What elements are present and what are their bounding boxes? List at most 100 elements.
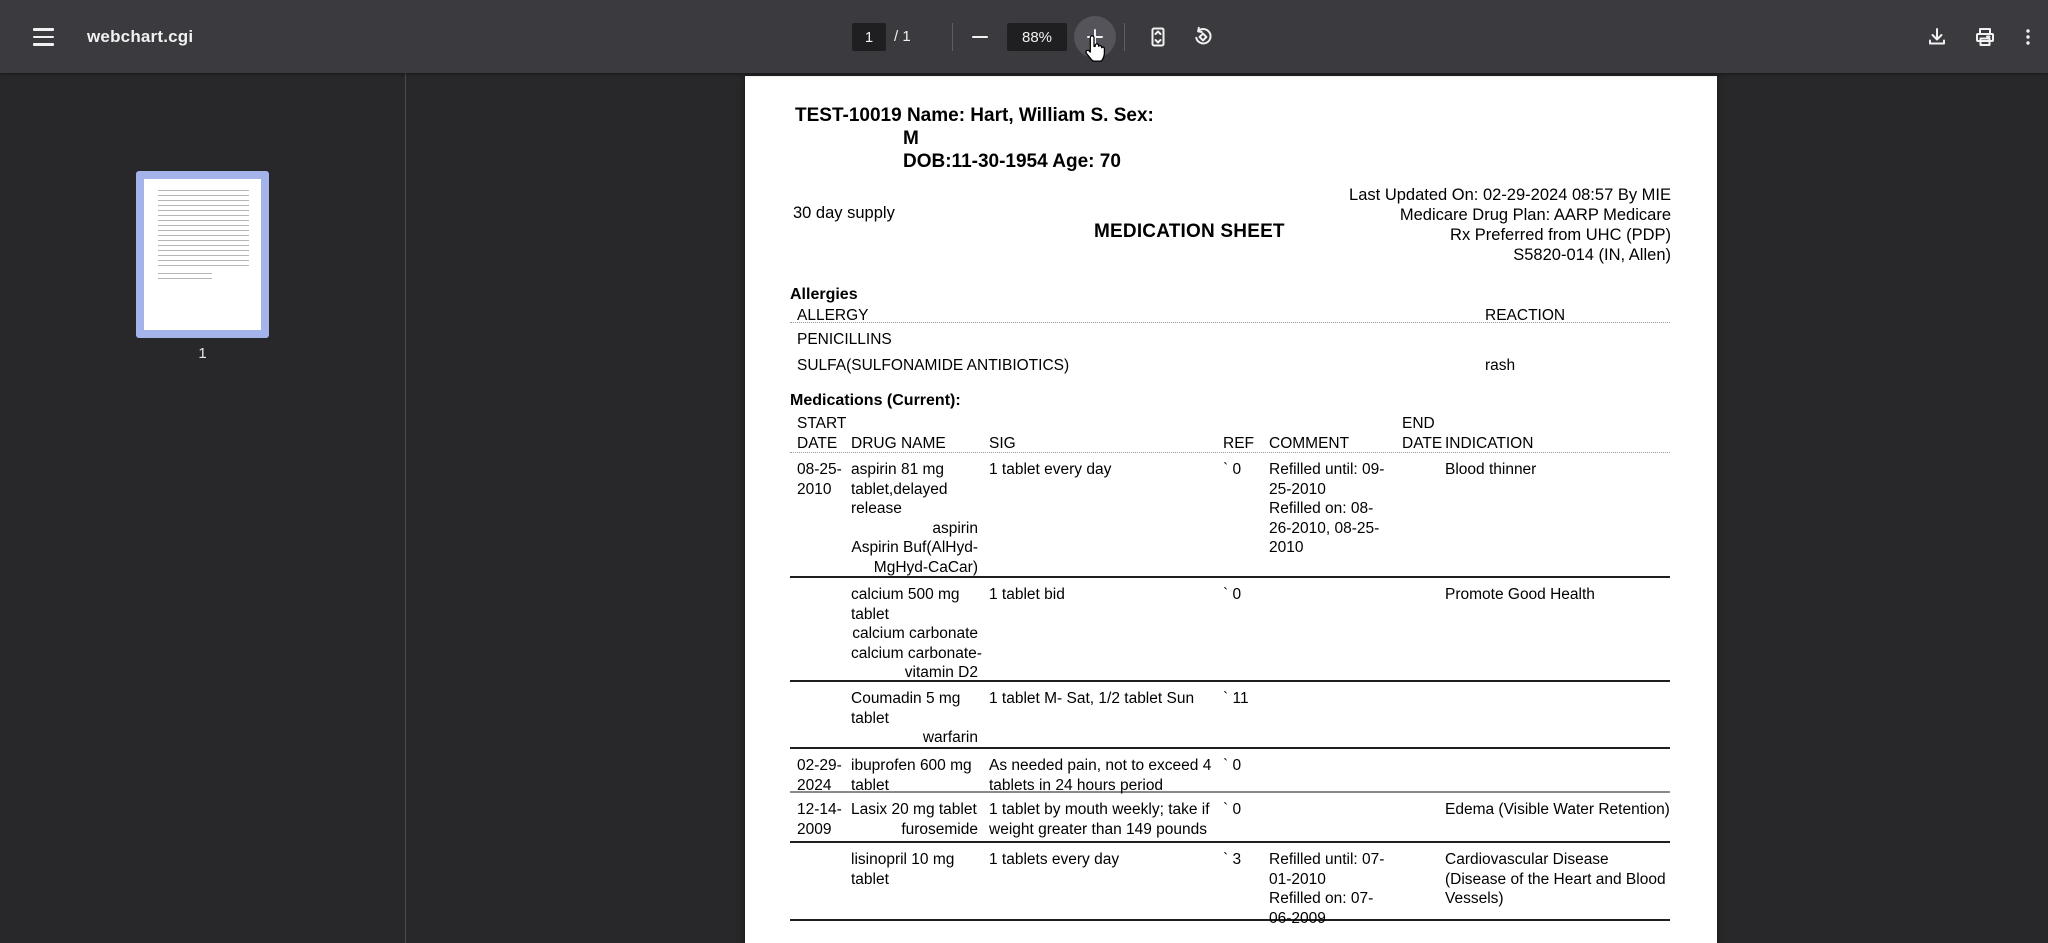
fit-page-icon xyxy=(1151,27,1165,47)
allergy-row: SULFA(SULFONAMIDE ANTIBIOTICS) rash xyxy=(790,353,1670,379)
drug-brand-name: calcium 500 mg tablet xyxy=(851,586,960,623)
patient-dob-age: DOB:11-30-1954 Age: 70 xyxy=(903,151,1121,172)
zoom-level-display: 88% xyxy=(1007,23,1067,51)
supply-note: 30 day supply xyxy=(793,204,895,222)
cell-ref: ` 3 xyxy=(1223,851,1242,868)
toolbar-divider xyxy=(952,23,953,51)
patient-sex-value: M xyxy=(903,128,919,149)
allergies-divider xyxy=(790,322,1670,323)
zoom-in-button[interactable] xyxy=(1074,16,1116,58)
cell-indication: Cardiovascular Disease (Disease of the He… xyxy=(1445,851,1666,907)
document-page: TEST-10019 Name: Hart, William S. Sex: M… xyxy=(745,76,1717,943)
cell-comment: Refilled until: 09- 25-2010 Refilled on: 0… xyxy=(1269,461,1385,556)
document-title: MEDICATION SHEET xyxy=(1094,221,1285,242)
drug-brand-name: Coumadin 5 mg tablet xyxy=(851,690,961,727)
allergy-name: SULFA(SULFONAMIDE ANTIBIOTICS) xyxy=(797,357,1070,374)
col-drug-name: DRUG NAME xyxy=(851,434,946,452)
cell-start-date: 08-25- 2010 xyxy=(797,461,842,498)
cell-ref: ` 11 xyxy=(1223,690,1249,707)
allergies-rows: PENICILLINS SULFA(SULFONAMIDE ANTIBIOTIC… xyxy=(790,327,1670,379)
last-updated-line: Last Updated On: 02-29-2024 08:57 By MIE xyxy=(1349,186,1671,204)
drug-plan-line: Medicare Drug Plan: AARP Medicare xyxy=(1399,206,1671,224)
cell-ref: ` 0 xyxy=(1223,586,1242,603)
table-row: 12-14- 2009 Lasix 20 mg tablet furosemide… xyxy=(790,793,1670,843)
allergy-row: PENICILLINS xyxy=(790,327,1670,353)
cell-indication: Edema (Visible Water Retention) xyxy=(1445,801,1670,818)
drug-brand-name: ibuprofen 600 mg tablet xyxy=(851,757,972,794)
table-row: calcium 500 mg tablet calcium carbonate ca… xyxy=(790,578,1670,682)
pdf-toolbar: webchart.cgi / 1 88% xyxy=(0,0,2048,73)
kebab-menu-icon xyxy=(2026,29,2030,45)
col-indication: INDICATION xyxy=(1445,434,1534,452)
thumbnail-sidebar: 1 xyxy=(0,73,405,943)
cell-drug-name: ibuprofen 600 mg tablet xyxy=(851,756,978,795)
print-icon xyxy=(1976,28,1994,46)
toolbar-title: webchart.cgi xyxy=(87,26,194,46)
patient-id-name: TEST-10019 Name: Hart, William S. Sex: xyxy=(795,105,1154,126)
cell-drug-name: Lasix 20 mg tablet furosemide xyxy=(851,800,978,839)
col-end-top: END xyxy=(1402,415,1435,432)
drug-generic-name: warfarin xyxy=(922,729,978,746)
medications-rows: 08-25- 2010 aspirin 81 mg tablet,delayed re… xyxy=(790,452,1670,927)
download-icon xyxy=(1929,28,1945,45)
cell-drug-name: lisinopril 10 mg tablet xyxy=(851,850,978,889)
allergies-heading: Allergies xyxy=(790,286,858,303)
table-row: 02-29- 2024 ibuprofen 600 mg tablet As nee… xyxy=(790,749,1670,795)
menu-icon[interactable] xyxy=(26,20,60,54)
allergy-name: PENICILLINS xyxy=(797,331,892,348)
zoom-out-button[interactable] xyxy=(962,19,998,55)
cell-drug-name: calcium 500 mg tablet calcium carbonate ca… xyxy=(851,585,982,683)
rotate-button[interactable] xyxy=(1185,19,1221,55)
cell-start-date: 02-29- 2024 xyxy=(797,757,842,794)
cell-sig: 1 tablet bid xyxy=(989,586,1065,603)
toolbar-divider xyxy=(1124,23,1125,51)
col-sig: SIG xyxy=(989,434,1016,452)
cell-sig: As needed pain, not to exceed 4 tablets i… xyxy=(989,757,1212,794)
page-count-label: / 1 xyxy=(894,28,911,45)
col-start-top: START xyxy=(797,415,847,432)
download-button[interactable] xyxy=(1919,19,1955,55)
col-end-date: DATE xyxy=(1402,434,1443,452)
drug-brand-name: aspirin 81 mg tablet,delayed release xyxy=(851,461,948,517)
cell-ref: ` 0 xyxy=(1223,461,1242,478)
thumbnail-page-number: 1 xyxy=(198,345,207,362)
col-comment: COMMENT xyxy=(1269,434,1350,452)
cell-indication: Promote Good Health xyxy=(1445,586,1595,603)
drug-brand-name: lisinopril 10 mg tablet xyxy=(851,851,955,888)
cell-sig: 1 tablet by mouth weekly; take if weight … xyxy=(989,801,1210,838)
cell-indication: Blood thinner xyxy=(1445,461,1537,478)
cell-sig: 1 tablets every day xyxy=(989,851,1120,868)
drug-generic-name: aspirin Aspirin Buf(AlHyd- MgHyd-CaCar) xyxy=(851,519,978,576)
page-number-input[interactable] xyxy=(852,23,886,51)
cell-start-date: 12-14- 2009 xyxy=(797,801,842,838)
cell-sig: 1 tablet every day xyxy=(989,461,1112,478)
cell-drug-name: aspirin 81 mg tablet,delayed release aspir… xyxy=(851,460,978,577)
drug-brand-name: Lasix 20 mg tablet xyxy=(851,801,977,818)
pdf-viewer-area: TEST-10019 Name: Hart, William S. Sex: M… xyxy=(406,73,2048,943)
cell-ref: ` 0 xyxy=(1223,757,1242,774)
allergies-header-row: ALLERGY REACTION xyxy=(790,306,1670,326)
drug-plan-line3: S5820-014 (IN, Allen) xyxy=(1513,246,1671,264)
plus-icon xyxy=(1087,29,1103,45)
page-thumbnail[interactable] xyxy=(136,171,269,338)
drug-plan-line2: Rx Preferred from UHC (PDP) xyxy=(1450,226,1671,244)
medications-heading: Medications (Current): xyxy=(790,392,961,409)
medications-header-row: START END DATE DRUG NAME SIG REF COMMENT… xyxy=(790,414,1670,452)
cell-drug-name: Coumadin 5 mg tablet warfarin xyxy=(851,689,978,748)
drug-generic-name: calcium carbonate calcium carbonate-vitam… xyxy=(851,625,982,681)
fit-to-page-button[interactable] xyxy=(1140,19,1176,55)
table-row: lisinopril 10 mg tablet 1 tablets every d… xyxy=(790,843,1670,927)
cell-comment: Refilled until: 07- 01-2010 Refilled on: 0… xyxy=(1269,851,1385,927)
document-meta: Last Updated On: 02-29-2024 08:57 By MIE… xyxy=(1349,185,1671,265)
col-ref: REF xyxy=(1223,434,1254,452)
col-start-date: DATE xyxy=(797,434,838,452)
drug-generic-name: furosemide xyxy=(901,820,978,838)
rotate-ccw-icon xyxy=(1195,26,1212,45)
print-button[interactable] xyxy=(1967,19,2003,55)
thumbnail-page-preview xyxy=(144,179,261,330)
table-row: 08-25- 2010 aspirin 81 mg tablet,delayed re… xyxy=(790,453,1670,578)
minus-icon xyxy=(972,36,988,38)
cell-sig: 1 tablet M- Sat, 1/2 tablet Sun xyxy=(989,690,1195,707)
more-options-button[interactable] xyxy=(2012,19,2044,55)
table-row: Coumadin 5 mg tablet warfarin 1 tablet M-… xyxy=(790,682,1670,749)
